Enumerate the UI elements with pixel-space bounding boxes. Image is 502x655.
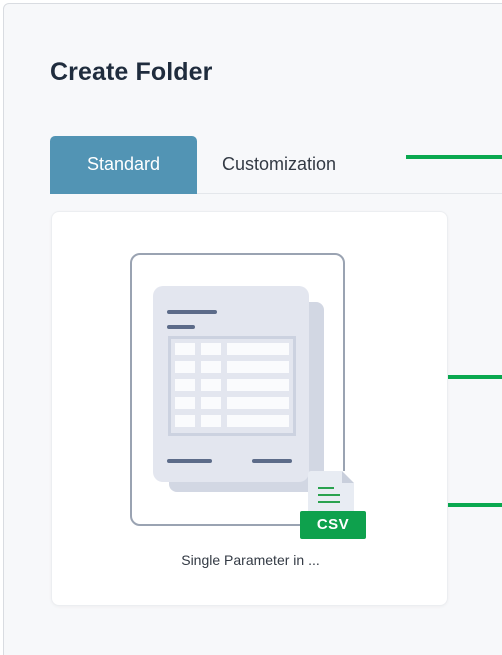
doc-footer-line-right — [252, 459, 292, 463]
tab-bar: Standard Customization — [50, 136, 502, 194]
doc-header-line — [167, 310, 217, 314]
page-title: Create Folder — [50, 58, 213, 86]
annotation-line-tabs — [406, 155, 502, 159]
csv-sheet-fold — [342, 471, 354, 483]
template-card-label: Single Parameter in ... — [181, 552, 320, 568]
tab-customization[interactable]: Customization — [222, 136, 336, 194]
tab-standard[interactable]: Standard — [50, 136, 197, 194]
doc-table-grid — [168, 336, 296, 436]
doc-subheader-line — [167, 325, 195, 329]
csv-file-icon: CSV — [298, 471, 368, 543]
csv-badge: CSV — [300, 511, 366, 539]
doc-footer-line-left — [167, 459, 212, 463]
template-card-single-parameter[interactable]: CSV Single Parameter in ... — [51, 211, 448, 606]
